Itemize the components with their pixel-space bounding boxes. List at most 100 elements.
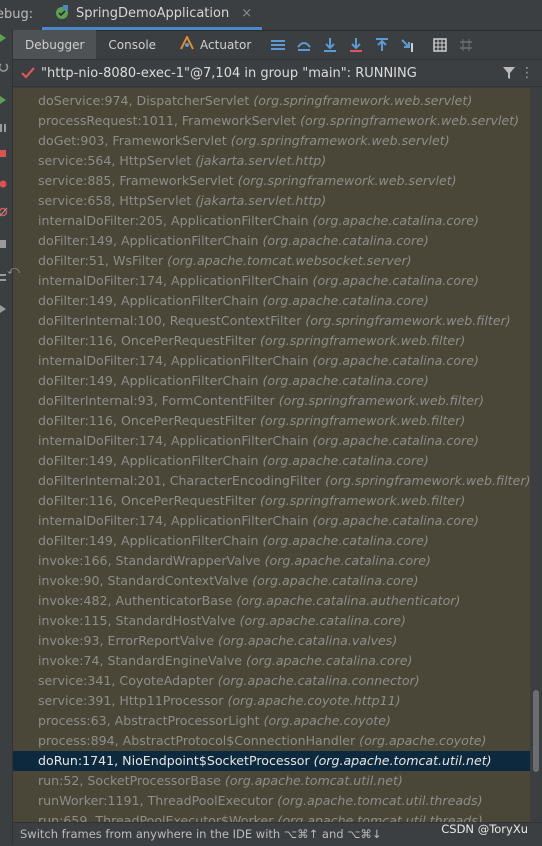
frame-item[interactable]: doFilter:116, OncePerRequestFilter (org.… bbox=[13, 411, 530, 431]
frame-package: (org.springframework.web.filter) bbox=[259, 493, 466, 508]
frame-item[interactable]: internalDoFilter:205, ApplicationFilterC… bbox=[13, 211, 530, 231]
frame-item[interactable]: doGet:903, FrameworkServlet (org.springf… bbox=[13, 131, 530, 151]
get-thread-dump-icon[interactable] bbox=[0, 240, 6, 248]
frame-item[interactable]: processRequest:1011, FrameworkServlet (o… bbox=[13, 111, 530, 131]
debug-actions-strip bbox=[0, 30, 13, 845]
evaluate-expression-icon[interactable] bbox=[429, 34, 451, 56]
frame-item[interactable]: service:885, FrameworkServlet (org.sprin… bbox=[13, 171, 530, 191]
frame-method: doService:974, DispatcherServlet bbox=[38, 93, 250, 108]
frame-item[interactable]: process:894, AbstractProtocol$Connection… bbox=[13, 731, 530, 751]
frame-item[interactable]: doFilter:116, OncePerRequestFilter (org.… bbox=[13, 491, 530, 511]
frame-item[interactable]: doFilter:149, ApplicationFilterChain (or… bbox=[13, 451, 530, 471]
frame-item[interactable]: doRun:1741, NioEndpoint$SocketProcessor … bbox=[13, 751, 530, 771]
frame-method: internalDoFilter:174, ApplicationFilterC… bbox=[38, 353, 309, 368]
frame-item[interactable]: invoke:93, ErrorReportValve (org.apache.… bbox=[13, 631, 530, 651]
pause-icon[interactable] bbox=[0, 124, 6, 132]
switch-frames-hint: Switch frames from anywhere in the IDE w… bbox=[20, 827, 382, 841]
view-breakpoints-icon[interactable] bbox=[0, 180, 7, 188]
frames-scrollbar-thumb[interactable] bbox=[533, 690, 539, 772]
frame-method: invoke:115, StandardHostValve bbox=[38, 613, 236, 628]
frame-item[interactable]: invoke:90, StandardContextValve (org.apa… bbox=[13, 571, 530, 591]
frame-item[interactable]: doFilterInternal:93, FormContentFilter (… bbox=[13, 391, 530, 411]
frame-item[interactable]: doFilterInternal:201, CharacterEncodingF… bbox=[13, 471, 530, 491]
frame-item[interactable]: doFilter:149, ApplicationFilterChain (or… bbox=[13, 291, 530, 311]
frame-method: internalDoFilter:174, ApplicationFilterC… bbox=[38, 513, 309, 528]
frame-package: (org.apache.catalina.core) bbox=[264, 553, 431, 568]
frame-package: (org.apache.catalina.core) bbox=[252, 573, 419, 588]
frame-method: doFilter:116, OncePerRequestFilter bbox=[38, 413, 256, 428]
frame-package: (org.springframework.web.filter) bbox=[305, 313, 511, 328]
frame-package: (jakarta.servlet.http) bbox=[195, 193, 327, 208]
frame-item[interactable]: doFilterInternal:100, RequestContextFilt… bbox=[13, 311, 530, 331]
frame-item[interactable]: process:63, AbstractProcessorLight (org.… bbox=[13, 711, 530, 731]
frame-item[interactable]: doService:974, DispatcherServlet (org.sp… bbox=[13, 91, 530, 111]
frame-package: (org.apache.catalina.valves) bbox=[218, 633, 398, 648]
rerun-icon[interactable] bbox=[0, 34, 6, 42]
frame-package: (org.apache.catalina.core) bbox=[312, 513, 479, 528]
frame-item[interactable]: invoke:74, StandardEngineValve (org.apac… bbox=[13, 651, 530, 671]
frame-item[interactable]: internalDoFilter:174, ApplicationFilterC… bbox=[13, 431, 530, 451]
tab-debugger[interactable]: Debugger bbox=[13, 30, 97, 59]
frame-method: doFilter:149, ApplicationFilterChain bbox=[38, 373, 259, 388]
frame-item[interactable]: invoke:115, StandardHostValve (org.apach… bbox=[13, 611, 530, 631]
resume-icon[interactable] bbox=[0, 96, 6, 104]
frames-list: doService:974, DispatcherServlet (org.sp… bbox=[13, 88, 530, 822]
frame-item[interactable]: service:391, Http11Processor (org.apache… bbox=[13, 691, 530, 711]
step-over-icon[interactable] bbox=[319, 34, 341, 56]
frame-item[interactable]: runWorker:1191, ThreadPoolExecutor (org.… bbox=[13, 791, 530, 811]
frame-package: (org.apache.coyote.http11) bbox=[227, 693, 401, 708]
frame-package: (org.apache.catalina.core) bbox=[262, 293, 429, 308]
frame-item[interactable]: invoke:166, StandardWrapperValve (org.ap… bbox=[13, 551, 530, 571]
mute-breakpoints-icon[interactable] bbox=[0, 207, 8, 217]
frame-package: (org.apache.tomcat.websocket.server) bbox=[167, 253, 412, 268]
frame-item[interactable]: service:564, HttpServlet (jakarta.servle… bbox=[13, 151, 530, 171]
frame-item[interactable]: doFilter:149, ApplicationFilterChain (or… bbox=[13, 371, 530, 391]
modify-run-icon[interactable] bbox=[0, 63, 9, 72]
frame-item[interactable]: run:659, ThreadPoolExecutor$Worker (org.… bbox=[13, 811, 530, 822]
frame-method: invoke:74, StandardEngineValve bbox=[38, 653, 243, 668]
frame-method: doFilter:149, ApplicationFilterChain bbox=[38, 533, 259, 548]
frame-package: (org.apache.catalina.core) bbox=[239, 613, 406, 628]
return-arrow-icon[interactable]: ⤺ bbox=[7, 263, 20, 278]
frame-item[interactable]: service:658, HttpServlet (jakarta.servle… bbox=[13, 191, 530, 211]
more-options-icon[interactable]: ⋮ bbox=[520, 65, 534, 81]
frame-method: invoke:482, AuthenticatorBase bbox=[38, 593, 233, 608]
frame-method: doFilterInternal:201, CharacterEncodingF… bbox=[38, 473, 322, 488]
frame-item[interactable]: doFilter:51, WsFilter (org.apache.tomcat… bbox=[13, 251, 530, 271]
frame-method: doFilterInternal:100, RequestContextFilt… bbox=[38, 313, 302, 328]
frame-package: (org.apache.catalina.core) bbox=[262, 233, 429, 248]
run-tab-springdemoapplication[interactable]: SpringDemoApplication × bbox=[42, 0, 263, 30]
pin-tab-icon[interactable] bbox=[0, 305, 6, 313]
settings-icon[interactable] bbox=[0, 274, 6, 281]
menu-icon[interactable] bbox=[267, 34, 289, 56]
thread-selector[interactable]: "http-nio-8080-exec-1"@7,104 in group "m… bbox=[13, 60, 542, 87]
frame-item[interactable]: run:52, SocketProcessorBase (org.apache.… bbox=[13, 771, 530, 791]
frame-item[interactable]: internalDoFilter:174, ApplicationFilterC… bbox=[13, 511, 530, 531]
frame-method: runWorker:1191, ThreadPoolExecutor bbox=[38, 793, 274, 808]
tab-console[interactable]: Console bbox=[96, 30, 168, 59]
frame-item[interactable]: internalDoFilter:174, ApplicationFilterC… bbox=[13, 351, 530, 371]
frame-package: (org.apache.catalina.core) bbox=[312, 433, 479, 448]
close-tab-icon[interactable]: × bbox=[241, 6, 252, 21]
frame-method: invoke:166, StandardWrapperValve bbox=[38, 553, 261, 568]
frame-method: doGet:903, FrameworkServlet bbox=[38, 133, 227, 148]
show-execution-point-icon[interactable] bbox=[293, 34, 315, 56]
frame-method: invoke:93, ErrorReportValve bbox=[38, 633, 215, 648]
frame-method: processRequest:1011, FrameworkServlet bbox=[38, 113, 297, 128]
frame-item[interactable]: invoke:482, AuthenticatorBase (org.apach… bbox=[13, 591, 530, 611]
filter-icon[interactable] bbox=[502, 66, 516, 84]
step-out-icon[interactable] bbox=[371, 34, 393, 56]
frame-item[interactable]: doFilter:149, ApplicationFilterChain (or… bbox=[13, 231, 530, 251]
frame-item[interactable]: doFilter:116, OncePerRequestFilter (org.… bbox=[13, 331, 530, 351]
trace-icon[interactable] bbox=[455, 34, 477, 56]
frame-item[interactable]: internalDoFilter:174, ApplicationFilterC… bbox=[13, 271, 530, 291]
thread-label: "http-nio-8080-exec-1"@7,104 in group "m… bbox=[41, 65, 417, 81]
frame-package: (org.springframework.web.servlet) bbox=[237, 173, 457, 188]
tab-actuator[interactable]: Actuator bbox=[168, 30, 263, 59]
stop-icon[interactable] bbox=[0, 150, 6, 157]
frame-item[interactable]: doFilter:149, ApplicationFilterChain (or… bbox=[13, 531, 530, 551]
frame-item[interactable]: service:341, CoyoteAdapter (org.apache.c… bbox=[13, 671, 530, 691]
run-to-cursor-icon[interactable] bbox=[397, 34, 419, 56]
step-into-icon[interactable] bbox=[345, 34, 367, 56]
debug-tool-label: ebug: bbox=[0, 7, 34, 22]
